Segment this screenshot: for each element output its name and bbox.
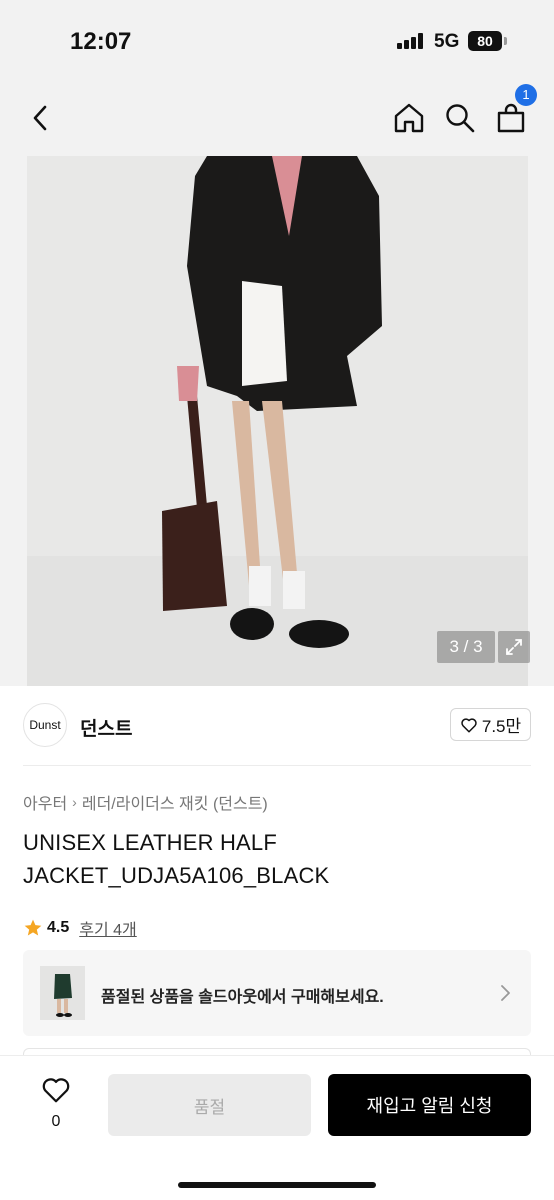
status-time: 12:07 (70, 28, 132, 55)
home-icon (394, 103, 424, 133)
cart-icon (497, 103, 525, 133)
battery-icon: 80 (468, 31, 502, 51)
divider (23, 765, 531, 766)
brand-like-count: 7.5만 (481, 717, 522, 736)
image-counter: 3 / 3 (437, 631, 495, 663)
rating-value: 4.5 (47, 919, 70, 936)
search-button[interactable] (442, 100, 478, 136)
back-button[interactable] (22, 100, 58, 136)
cart-count-badge: 1 (515, 84, 537, 106)
soldout-banner-text: 품절된 상품을 솔드아웃에서 구매해보세요. (101, 989, 384, 1006)
brand-logo[interactable]: Dunst (23, 703, 67, 747)
product-gallery[interactable]: 3 / 3 (0, 156, 554, 686)
chevron-right-icon: › (72, 794, 77, 810)
heart-icon (42, 1078, 70, 1103)
soldout-button: 품절 (108, 1074, 311, 1136)
heart-icon (461, 717, 477, 732)
network-label: 5G (434, 31, 460, 52)
model-illustration (27, 156, 528, 686)
home-button[interactable] (391, 100, 427, 136)
expand-button[interactable] (498, 631, 530, 663)
chevron-right-icon (501, 985, 510, 1001)
cart-button[interactable]: 1 (493, 84, 537, 136)
back-icon (33, 105, 47, 131)
nav-header: 1 (0, 80, 554, 156)
product-photo (27, 156, 528, 686)
wishlist-button[interactable]: 0 (30, 1076, 82, 1136)
brand-like-button[interactable]: 7.5만 (450, 708, 531, 741)
search-icon (446, 104, 475, 133)
breadcrumb: 아우터 › 레더/라이더스 재킷 (던스트) (23, 790, 268, 814)
breadcrumb-subcategory[interactable]: 레더/라이더스 재킷 (던스트) (82, 790, 268, 814)
signal-icon (397, 33, 424, 49)
home-indicator (178, 1182, 376, 1188)
soldout-market-banner[interactable]: 품절된 상품을 솔드아웃에서 구매해보세요. (23, 950, 531, 1036)
reviews-link[interactable]: 후기 4개 (79, 916, 137, 940)
rating-row: 4.5 후기 4개 (23, 916, 137, 940)
bottom-action-bar: 0 품절 재입고 알림 신청 (0, 1055, 554, 1200)
product-title: UNISEX LEATHER HALF JACKET_UDJA5A106_BLA… (23, 830, 330, 888)
breadcrumb-category[interactable]: 아우터 (23, 790, 67, 814)
brand-row: Dunst 던스트 7.5만 (0, 686, 554, 766)
status-bar: 12:07 5G 80 (0, 0, 554, 80)
battery-tip (504, 37, 507, 45)
battery-level: 80 (477, 33, 493, 49)
star-icon (24, 919, 42, 936)
brand-name[interactable]: 던스트 (80, 714, 132, 741)
expand-icon (506, 639, 522, 655)
soldout-thumbnail (40, 966, 85, 1020)
wishlist-count: 0 (51, 1113, 61, 1130)
restock-alert-button[interactable]: 재입고 알림 신청 (328, 1074, 531, 1136)
